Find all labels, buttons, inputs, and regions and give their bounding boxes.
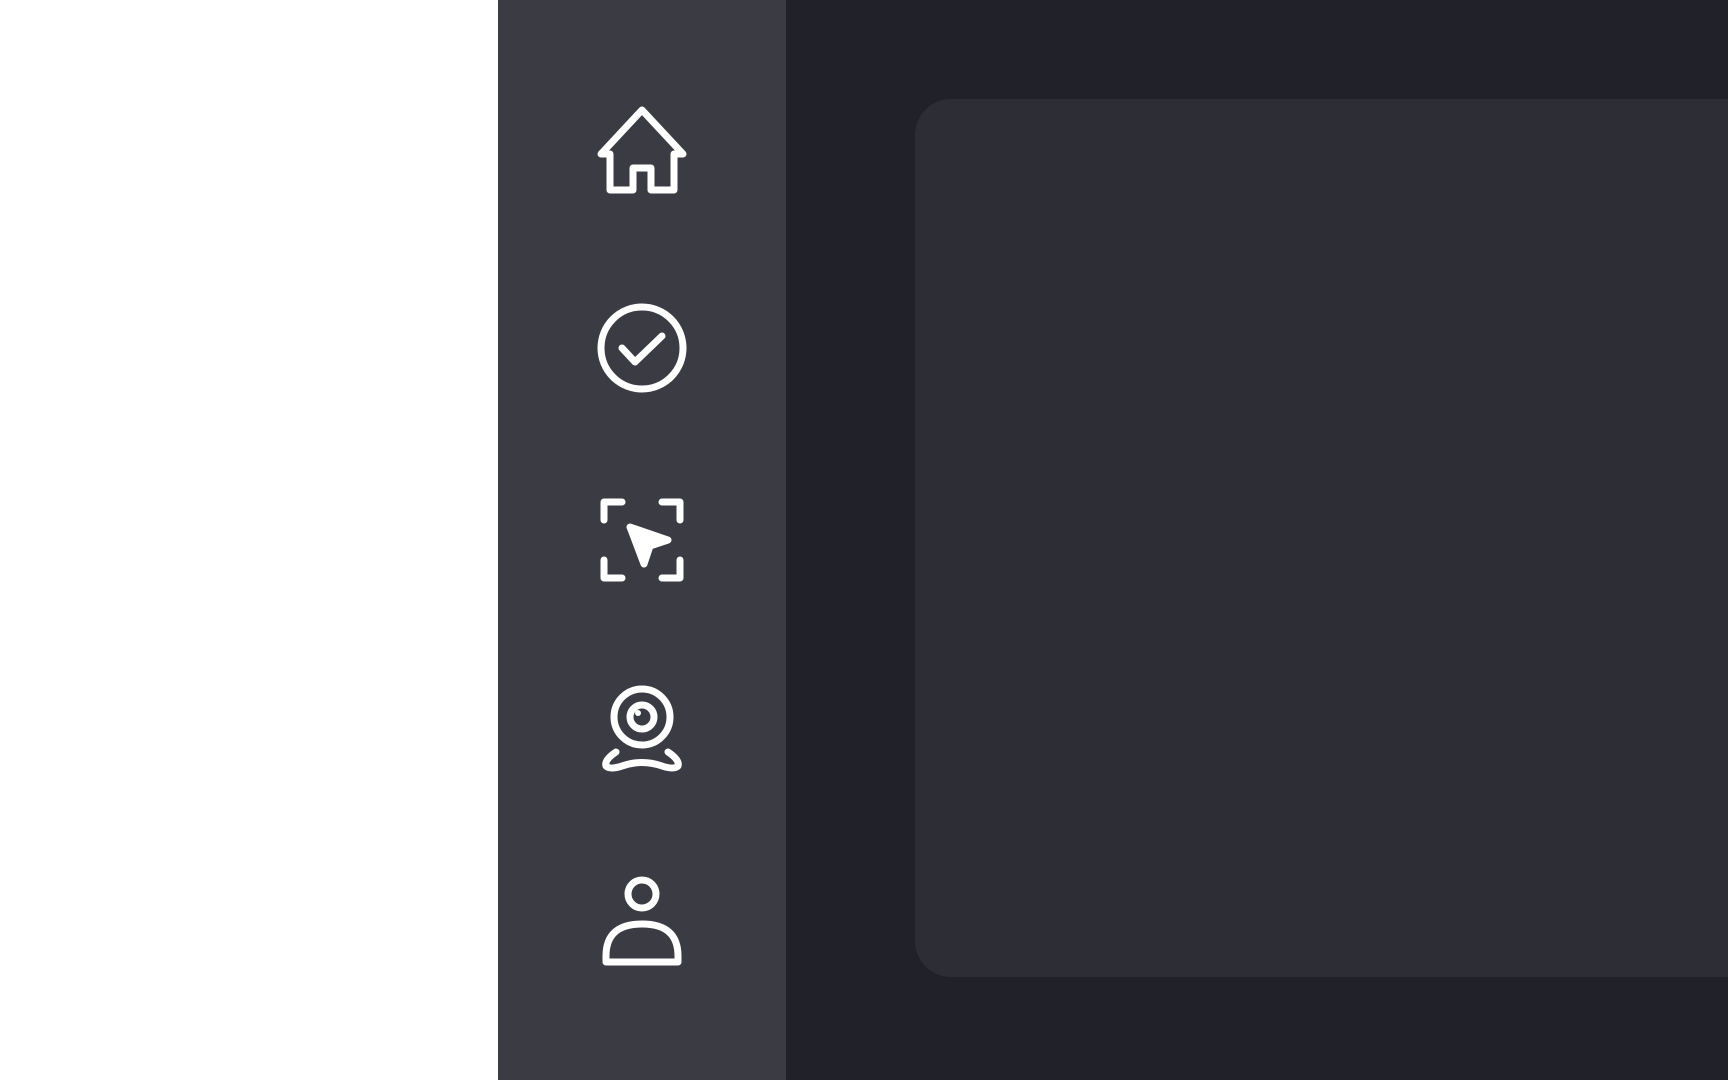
sidebar-item-profile[interactable]	[582, 864, 702, 984]
webcam-icon	[602, 685, 682, 772]
sidebar	[498, 0, 786, 1080]
app-window	[0, 0, 1728, 1080]
main-area	[786, 0, 1728, 1080]
sidebar-item-capture[interactable]	[582, 480, 702, 600]
content-panel	[915, 99, 1728, 977]
sidebar-item-webcam[interactable]	[582, 672, 702, 792]
user-icon	[602, 876, 682, 966]
home-icon	[597, 106, 687, 194]
sidebar-item-home[interactable]	[582, 94, 702, 214]
check-circle-icon	[597, 303, 687, 393]
screen-capture-cursor-icon	[600, 498, 684, 582]
sidebar-item-tasks[interactable]	[582, 288, 702, 408]
blank-area	[0, 0, 498, 1080]
